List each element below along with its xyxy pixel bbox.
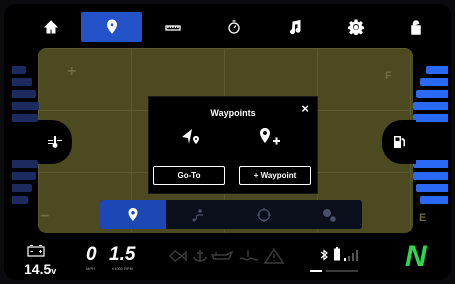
fuel-button[interactable]	[382, 120, 416, 164]
top-navigation	[20, 12, 448, 42]
gauge-segment	[12, 114, 38, 122]
tab-navigation[interactable]	[81, 12, 142, 42]
rpm-unit: x1000 RPM	[112, 266, 133, 271]
gauge-segment	[12, 66, 26, 74]
speed-unit: MPH	[86, 266, 95, 271]
status-bar: 14.5v 0 MPH 1.5 x1000 RPM N	[0, 236, 455, 284]
gauge-segment	[12, 78, 32, 86]
zoom-out-button[interactable]: −	[40, 208, 49, 226]
gauge-segment	[420, 196, 448, 204]
zoom-in-button[interactable]: +	[67, 63, 76, 81]
dialog-title: Waypoints	[210, 108, 256, 118]
gauge-segment	[416, 90, 448, 98]
tab-timer[interactable]	[203, 12, 264, 42]
anchor-icon	[193, 250, 207, 262]
mode-map-settings[interactable]	[297, 200, 363, 229]
tab-home[interactable]	[20, 12, 81, 42]
rpm-value: 1.5	[109, 244, 136, 265]
fuel-pump-icon	[394, 136, 405, 148]
signal-strength-icon	[344, 250, 358, 261]
waypoints-dialog: Waypoints × Go-To + Waypoint	[148, 96, 318, 194]
gauge-segment	[12, 196, 28, 204]
speed-value: 0	[86, 244, 97, 265]
map-mode-bar	[100, 200, 362, 229]
gauge-segment	[416, 184, 448, 192]
add-pin-icon	[260, 128, 280, 145]
add-waypoint-button[interactable]: + Waypoint	[239, 166, 311, 185]
route-icon	[192, 208, 204, 221]
home-icon	[43, 20, 58, 34]
tab-lock[interactable]	[386, 12, 447, 42]
navigate-arrow-icon	[182, 129, 199, 144]
gauge-segment	[420, 78, 448, 86]
battery-icon	[27, 245, 45, 257]
goto-icon-button[interactable]	[179, 127, 203, 147]
warning-indicators	[168, 247, 290, 270]
gauge-segment	[413, 102, 448, 110]
settings-icon	[323, 208, 337, 222]
mode-center[interactable]	[231, 200, 297, 229]
tab-settings[interactable]	[325, 12, 386, 42]
fish-icon	[168, 250, 187, 262]
gauge-segment	[413, 160, 448, 168]
timer-icon	[227, 20, 240, 34]
gauge-segment	[426, 66, 448, 74]
gauge-segment	[413, 114, 448, 122]
goto-button[interactable]: Go-To	[153, 166, 225, 185]
unlock-icon	[410, 20, 421, 35]
bluetooth-icon	[320, 249, 328, 261]
voltage-value: 14.5v	[24, 261, 56, 277]
close-button[interactable]: ×	[301, 101, 309, 116]
mode-waypoints[interactable]	[100, 200, 166, 229]
tab-trip[interactable]	[142, 12, 203, 42]
map-pin-icon	[128, 207, 138, 221]
tab-music[interactable]	[264, 12, 325, 42]
gear-indicator: N	[405, 240, 427, 273]
gauge-segment	[12, 102, 39, 110]
voltage-unit: v	[51, 266, 57, 276]
page-indicator-active	[310, 270, 322, 272]
gauge-segment	[413, 172, 448, 180]
voltage-number: 14.5	[24, 261, 52, 277]
gauge-empty-label: E	[419, 212, 427, 224]
mode-route[interactable]	[166, 200, 232, 229]
gauge-segment	[12, 184, 32, 192]
water-icon	[239, 250, 259, 261]
oil-can-icon	[210, 250, 234, 260]
add-waypoint-icon-button[interactable]	[257, 127, 281, 147]
ruler-icon	[164, 25, 181, 31]
gauge-segment	[12, 160, 38, 168]
music-note-icon	[289, 19, 300, 35]
target-icon	[256, 207, 271, 222]
gauge-segment	[12, 172, 36, 180]
gear-icon	[347, 19, 364, 35]
gauge-full-label: F	[385, 70, 392, 82]
gauge-segment	[12, 90, 36, 98]
map-pin-icon	[106, 19, 117, 34]
engine-temperature-icon	[48, 136, 62, 148]
phone-battery-icon	[334, 247, 340, 261]
warning-icon	[263, 247, 285, 264]
page-indicator	[326, 270, 358, 272]
